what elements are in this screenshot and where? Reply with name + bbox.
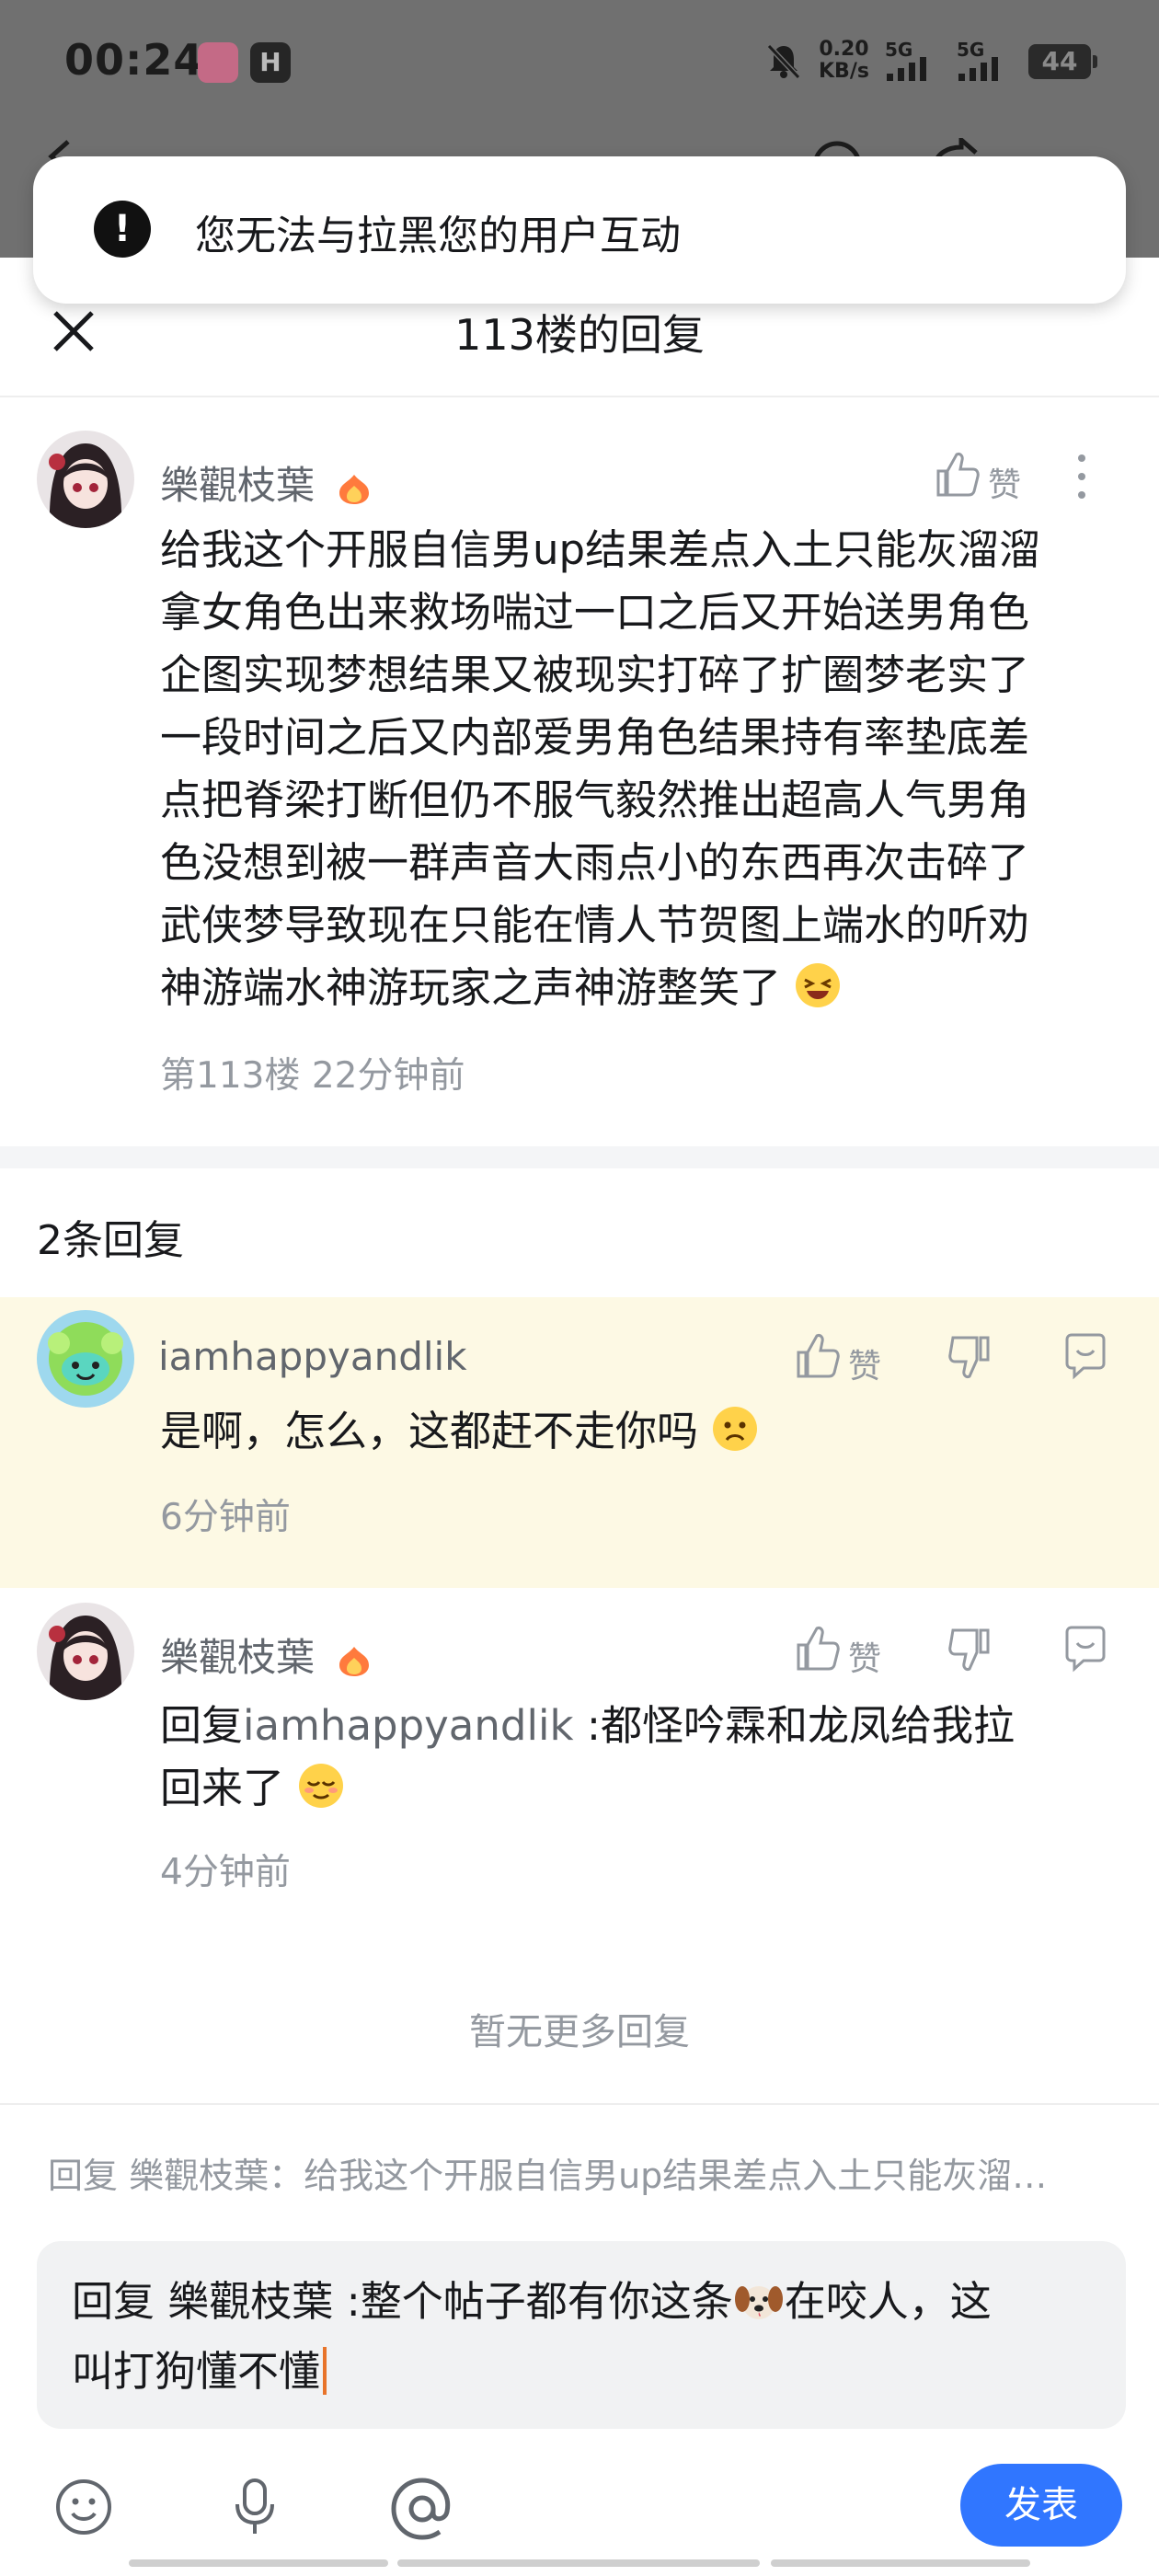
like-label[interactable]: 赞 — [988, 458, 1021, 506]
toast-message: 您无法与拉黑您的用户互动 — [195, 213, 681, 259]
mention-link[interactable]: iamhappyandlik — [243, 1701, 574, 1750]
composer-divider — [0, 2103, 1159, 2105]
reply-time: 6分钟前 — [160, 1497, 291, 1538]
text-caret — [323, 2347, 327, 2395]
warning-icon: ! — [94, 201, 151, 258]
reply-input-text[interactable]: 回复 樂觀枝葉 :整个帖子都有你这条 在咬人，这 叫打狗懂不懂 — [72, 2267, 1093, 2407]
bilibili-app-icon — [198, 42, 238, 83]
mute-bell-icon — [766, 43, 801, 80]
network-speed: 0.20 KB/s — [819, 38, 869, 83]
reply-time: 4分钟前 — [160, 1852, 291, 1893]
like-icon[interactable] — [791, 1623, 843, 1674]
reply-content: 回复iamhappyandlik :都怪吟霖和龙凤给我拉 回来了 — [160, 1701, 1015, 1812]
home-indicator[interactable] — [397, 2559, 760, 2567]
mention-icon[interactable] — [388, 2477, 456, 2541]
like-label[interactable]: 赞 — [848, 1340, 881, 1387]
status-time: 00:24 — [64, 35, 204, 85]
send-button[interactable]: 发表 — [960, 2464, 1122, 2547]
reply-target: 回复 樂觀枝葉：给我这个开服自信男up结果差点入土只能灰溜… — [48, 2156, 1048, 2196]
like-label[interactable]: 赞 — [848, 1632, 881, 1680]
reply-input[interactable]: 回复 樂觀枝葉 :整个帖子都有你这条 在咬人，这 叫打狗懂不懂 — [37, 2241, 1126, 2429]
fan-badge-icon — [339, 1646, 370, 1676]
like-icon[interactable] — [931, 449, 982, 500]
reply-icon[interactable] — [1060, 1330, 1111, 1382]
toast: ! 您无法与拉黑您的用户互动 — [33, 156, 1126, 304]
comment-line-last: 神游端水神游玩家之声神游整笑了 — [160, 957, 1135, 1019]
nav-bar-segment — [129, 2559, 388, 2567]
avatar[interactable] — [37, 1603, 134, 1700]
comment-line: 色没想到被一群声音大雨点小的东西再次击碎了 — [160, 838, 1030, 887]
comment-line: 给我这个开服自信男up结果差点入土只能灰溜溜 — [160, 525, 1041, 574]
relieved-emoji-icon — [299, 1764, 344, 1808]
reply-icon[interactable] — [1060, 1623, 1111, 1674]
reply-author[interactable]: 樂觀枝葉 — [160, 1627, 373, 1683]
fan-badge-icon — [339, 474, 370, 504]
header-divider — [0, 396, 1159, 397]
section-separator — [0, 1146, 1159, 1168]
app-notification-icon: H — [250, 42, 291, 83]
signal-icon-2: 5G — [957, 39, 1021, 83]
comment-author[interactable]: 樂觀枝葉 — [160, 454, 373, 511]
comment-line: 拿女角色出来救场喘过一口之后又开始送男角色 — [160, 588, 1030, 637]
emoji-picker-icon[interactable] — [53, 2477, 114, 2537]
comment-line: 点把脊梁打断但仍不服气毅然推出超高人气男角 — [160, 776, 1030, 824]
frowning-emoji-icon — [713, 1407, 758, 1451]
battery-tip — [1093, 55, 1097, 68]
comment-line: 一段时间之后又内部爱男角色结果持有率垫底差 — [160, 713, 1030, 762]
sheet-title: 113楼的回复 — [454, 310, 705, 360]
comment-line: 武侠梦导致现在只能在情人节贺图上端水的听劝 — [160, 901, 1030, 949]
battery-indicator: 44 — [1028, 44, 1091, 79]
dislike-icon[interactable] — [944, 1623, 995, 1674]
comment-content: 给我这个开服自信男up结果差点入土只能灰溜溜 拿女角色出来救场喘过一口之后又开始… — [160, 519, 1135, 1019]
comment-line: 企图实现梦想结果又被现实打碎了扩圈梦老实了 — [160, 650, 1030, 699]
avatar[interactable] — [37, 431, 134, 528]
comment-meta: 第113楼 22分钟前 — [160, 1055, 465, 1097]
dog-emoji-icon — [734, 2286, 783, 2319]
reply-author[interactable]: iamhappyandlik — [158, 1334, 467, 1379]
more-options-icon[interactable] — [1074, 451, 1089, 502]
like-icon[interactable] — [791, 1330, 843, 1382]
microphone-icon[interactable] — [224, 2477, 285, 2537]
replies-count: 2条回复 — [37, 1217, 184, 1264]
signal-icon: 5G — [885, 39, 949, 83]
reply-content: 是啊，怎么，这都赶不走你吗 — [160, 1400, 759, 1463]
laughing-emoji-icon — [796, 963, 841, 1007]
nav-bar-segment — [771, 2559, 1030, 2567]
dislike-icon[interactable] — [944, 1330, 995, 1382]
no-more-replies: 暂无更多回复 — [469, 2011, 690, 2053]
avatar[interactable] — [37, 1310, 134, 1408]
